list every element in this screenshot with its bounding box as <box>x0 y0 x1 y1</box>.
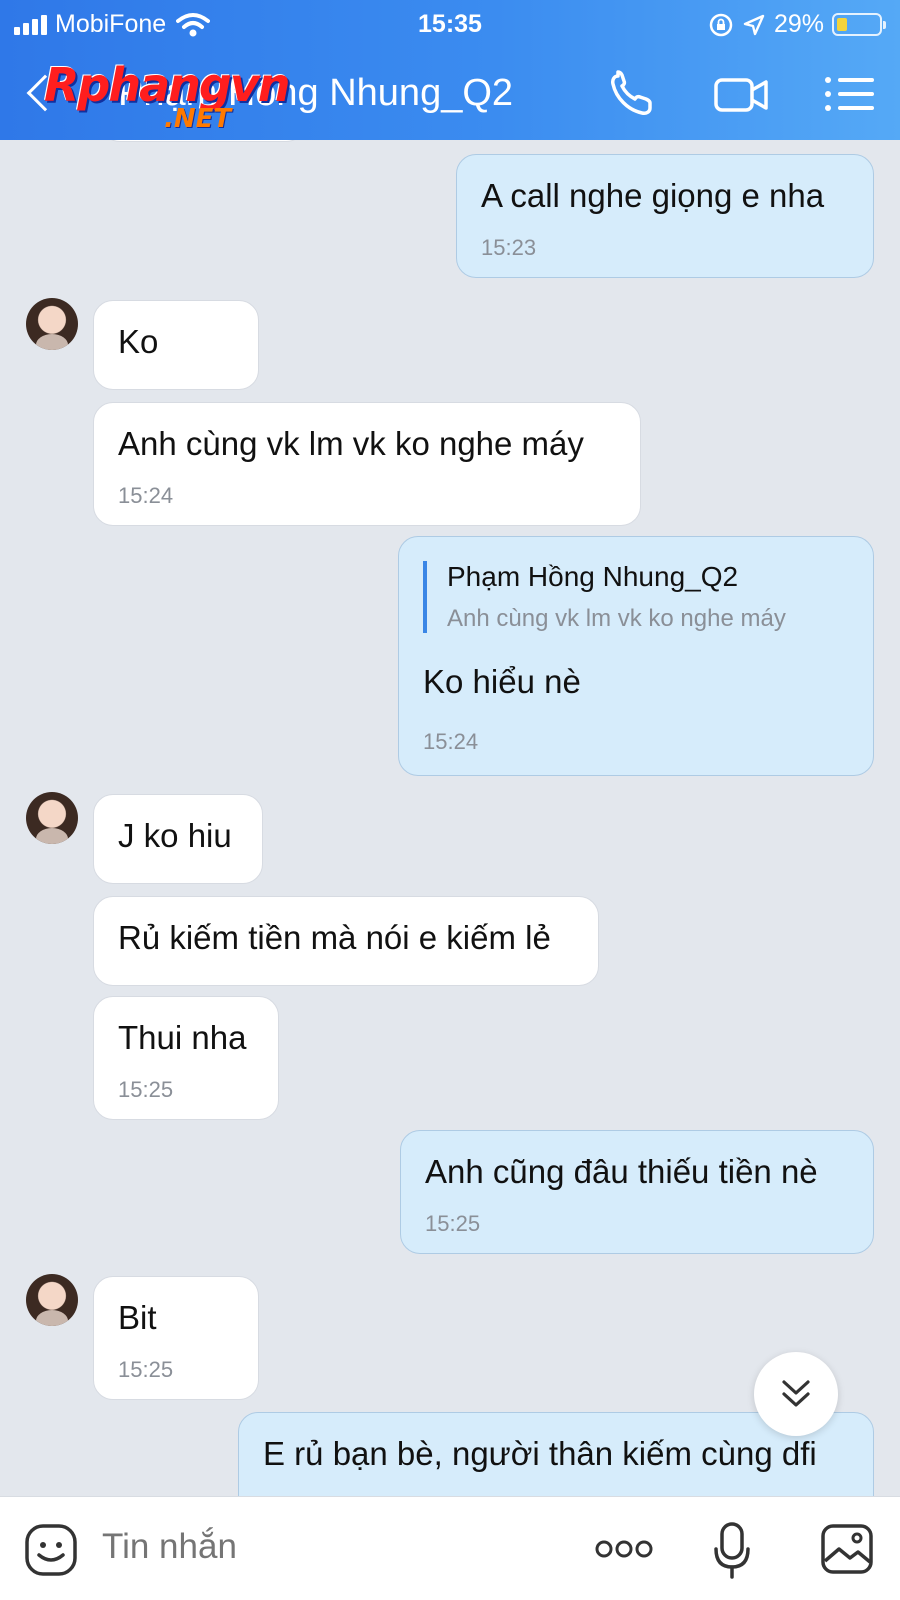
message-bubble-incoming[interactable]: Thui nha 15:25 <box>93 996 279 1120</box>
message-bubble-incoming[interactable]: Rủ kiếm tiền mà nói e kiếm lẻ <box>93 896 599 986</box>
nav-bar: Phạm Hồng Nhung_Q2 Rphangvn .NET <box>0 56 900 134</box>
location-icon <box>743 14 765 35</box>
status-bar: MobiFone 15:35 29% <box>0 6 900 42</box>
video-call-icon[interactable] <box>712 68 772 120</box>
avatar[interactable] <box>26 1274 78 1326</box>
message-bubble-incoming[interactable]: Bit 15:25 <box>93 1276 259 1400</box>
message-composer <box>0 1496 900 1600</box>
rotation-lock-icon <box>709 13 733 36</box>
quoted-sender: Phạm Hồng Nhung_Q2 <box>447 561 739 592</box>
message-bubble-incoming[interactable]: Anh cùng vk lm vk ko nghe máy 15:24 <box>93 402 641 526</box>
watermark-logo: Rphangvn .NET <box>44 58 291 134</box>
message-input[interactable] <box>102 1527 562 1567</box>
message-time: 15:23 <box>481 234 537 260</box>
message-text: Bit <box>118 1299 157 1336</box>
message-bubble-outgoing[interactable]: Anh cũng đâu thiếu tiền nè 15:25 <box>400 1130 874 1254</box>
message-text: Thui nha <box>118 1019 247 1056</box>
quoted-text: Anh cùng vk lm vk ko nghe máy <box>447 605 786 633</box>
message-text: J ko hiu <box>118 817 232 854</box>
message-time: 15:25 <box>425 1210 481 1236</box>
sticker-icon[interactable] <box>24 1523 78 1577</box>
message-bubble-partial <box>100 140 306 142</box>
gallery-icon[interactable] <box>820 1523 874 1575</box>
quoted-message[interactable]: Phạm Hồng Nhung_Q2 Anh cùng vk lm vk ko … <box>423 561 849 633</box>
scroll-to-bottom-button[interactable] <box>754 1352 838 1436</box>
avatar[interactable] <box>26 792 78 844</box>
menu-list-icon[interactable] <box>820 68 880 120</box>
battery-percent: 29% <box>773 10 824 38</box>
message-text: Anh cùng vk lm vk ko nghe máy <box>118 425 584 462</box>
message-text: Ko hiểu nè <box>423 662 581 700</box>
message-time: 15:24 <box>118 482 174 508</box>
battery-icon <box>832 13 886 36</box>
more-dots-icon[interactable] <box>594 1537 654 1561</box>
message-text: E rủ bạn bè, người thân kiếm cùng dfi <box>263 1435 817 1472</box>
message-text: Ko <box>118 323 159 360</box>
message-text: Anh cũng đâu thiếu tiền nè <box>425 1153 818 1190</box>
message-text: Rủ kiếm tiền mà nói e kiếm lẻ <box>118 919 551 956</box>
avatar[interactable] <box>26 298 78 350</box>
message-time: 15:24 <box>423 728 479 754</box>
message-time: 15:25 <box>118 1076 174 1102</box>
microphone-icon[interactable] <box>712 1521 752 1581</box>
message-time: 15:25 <box>118 1356 174 1382</box>
message-bubble-incoming[interactable]: Ko <box>93 300 259 390</box>
message-text: A call nghe giọng e nha <box>481 177 825 214</box>
chat-header: MobiFone 15:35 29% Phạm Hồng Nhung_Q2 Rp… <box>0 0 900 140</box>
message-list[interactable]: A call nghe giọng e nha 15:23 Ko Anh cùn… <box>0 140 900 1496</box>
phone-icon[interactable] <box>604 68 664 120</box>
scroll-down-icon <box>782 1380 810 1407</box>
message-bubble-incoming[interactable]: J ko hiu <box>93 794 263 884</box>
message-bubble-outgoing[interactable]: A call nghe giọng e nha 15:23 <box>456 154 874 278</box>
message-bubble-reply[interactable]: Phạm Hồng Nhung_Q2 Anh cùng vk lm vk ko … <box>398 536 874 776</box>
